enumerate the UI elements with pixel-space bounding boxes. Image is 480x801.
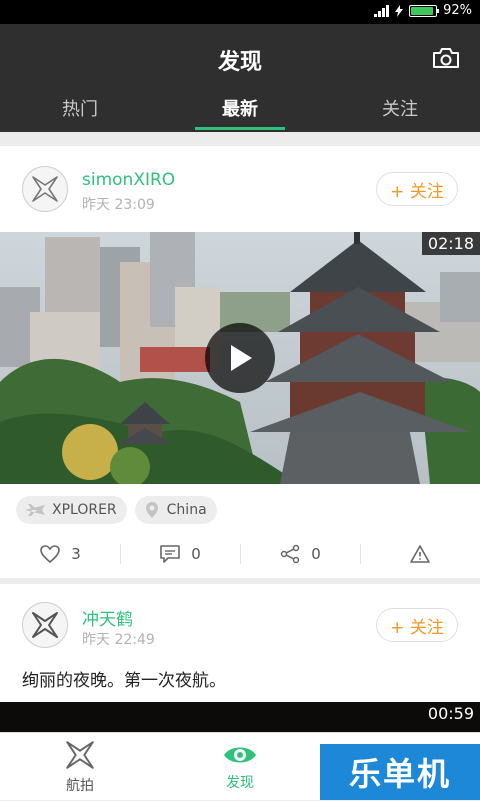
location-icon [145,502,158,518]
share-icon [280,544,300,564]
tab-hot[interactable]: 热门 [0,84,160,132]
camera-icon[interactable] [432,46,460,70]
share-count: 0 [311,545,321,563]
play-button[interactable] [205,323,275,393]
report-button[interactable] [360,534,480,574]
tab-hot-label: 热门 [62,99,98,120]
charging-icon [395,4,404,17]
comment-icon [160,545,181,563]
tag-list: XPLORER China [16,496,217,524]
avatar[interactable] [22,602,68,648]
status-bar: 92% [0,0,480,24]
feed[interactable]: simonXIRO 昨天 23:09 + 关注 02:18 XPLORER Ch… [0,132,480,732]
video-duration: 02:18 [421,232,480,255]
drone-icon [66,741,94,769]
battery-icon [409,4,440,17]
nav-label: 航拍 [66,778,94,794]
username[interactable]: 冲天鹤 [82,605,133,630]
tab-bar: 热门 最新 关注 [0,84,480,132]
tab-following-label: 关注 [382,99,418,120]
avatar[interactable] [22,166,68,212]
post-time: 昨天 22:49 [82,632,155,648]
like-count: 3 [71,545,81,563]
post-text: 绚丽的夜晚。第一次夜航。 [22,671,226,691]
header: 发现 热门 最新 关注 [0,24,480,132]
tab-latest-label: 最新 [222,99,258,120]
heart-icon [40,545,61,564]
tag-aircraft[interactable]: XPLORER [16,496,127,524]
post-card: simonXIRO 昨天 23:09 + 关注 02:18 XPLORER Ch… [0,146,480,578]
tab-following[interactable]: 关注 [320,84,480,132]
post-time: 昨天 23:09 [82,197,155,213]
signal-icon [374,4,390,17]
tag-label: XPLORER [52,502,117,518]
page-title: 发现 [217,50,262,75]
airplane-icon [25,504,45,516]
eye-icon [224,747,256,763]
tag-location[interactable]: China [134,496,217,524]
nav-discover[interactable]: 发现 [160,733,320,801]
watermark-logo: 乐单机 [320,744,480,800]
follow-button[interactable]: + 关注 [376,172,458,206]
follow-button[interactable]: + 关注 [376,608,458,642]
comment-count: 0 [191,545,201,563]
drone-logo-icon [32,612,58,638]
warning-icon [410,545,430,563]
comment-button[interactable]: 0 [120,534,240,574]
tab-latest[interactable]: 最新 [160,84,320,132]
nav-label: 发现 [226,775,254,791]
username[interactable]: simonXIRO [82,170,175,190]
video-duration: 00:59 [427,704,474,723]
play-icon [231,345,252,371]
action-bar: 3 0 0 [0,534,480,574]
share-button[interactable]: 0 [240,534,360,574]
nav-aerial[interactable]: 航拍 [0,733,160,801]
video-thumbnail[interactable]: 02:18 [0,232,480,484]
tab-indicator [195,127,285,130]
tag-label: China [166,502,207,518]
post-card: 冲天鹤 昨天 22:49 + 关注 绚丽的夜晚。第一次夜航。 00:59 [0,584,480,732]
video-thumbnail[interactable]: 00:59 [0,702,480,732]
status-icons: 92% [374,3,472,18]
battery-percent: 92% [443,3,472,18]
like-button[interactable]: 3 [0,534,120,574]
drone-logo-icon [32,176,58,202]
